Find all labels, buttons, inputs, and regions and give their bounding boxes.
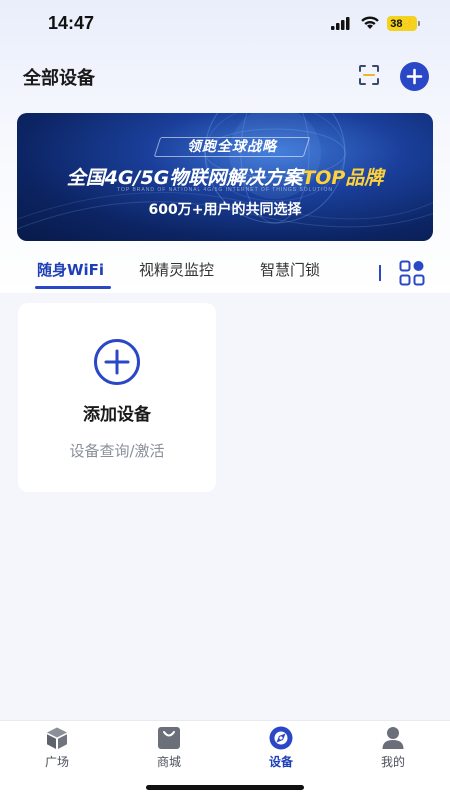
header: 全部设备: [0, 52, 450, 98]
nav-label: 广场: [44, 755, 69, 769]
battery-level: 38: [390, 17, 403, 30]
scan-icon[interactable]: [357, 63, 381, 87]
person-icon: [382, 727, 404, 749]
device-list: 添加设备 设备查询/激活: [0, 294, 450, 720]
active-tab-underline: [35, 286, 111, 289]
banner-english-line: TOP BRAND OF NATIONAL 4G/5G INTERNET OF …: [116, 187, 334, 193]
shopping-bag-icon: [158, 727, 180, 749]
compass-icon: [269, 726, 293, 750]
banner-headline: 全国4G/5G物联网解决方案TOP品牌: [17, 163, 433, 190]
banner-headline-prefix: 全国4G/5G物联网解决方案: [66, 167, 303, 189]
add-device-button[interactable]: [400, 62, 429, 91]
home-indicator[interactable]: [146, 785, 304, 790]
nav-label: 商城: [156, 755, 181, 769]
battery-icon: 38 ⚡: [387, 16, 417, 31]
page-title: 全部设备: [23, 68, 95, 89]
nav-mall[interactable]: 商城: [113, 721, 225, 781]
status-time: 14:47: [48, 13, 95, 33]
banner-tagline: 600万+用户的共同选择: [148, 202, 302, 218]
tab-smart-lock[interactable]: 智慧门锁: [260, 259, 320, 280]
battery-tip: [418, 21, 420, 26]
category-tabs: 随身WiFi 视精灵监控 智慧门锁: [0, 252, 450, 294]
banner-headline-highlight: TOP品牌: [302, 167, 384, 189]
nav-label: 我的: [380, 755, 405, 769]
plus-circle-icon: [406, 68, 423, 85]
grid-view-icon[interactable]: [399, 260, 425, 286]
nav-plaza[interactable]: 广场: [1, 721, 113, 781]
tab-portable-wifi[interactable]: 随身WiFi: [37, 259, 104, 280]
cellular-signal-icon: [331, 17, 350, 30]
tab-video-monitor[interactable]: 视精灵监控: [139, 259, 214, 280]
status-bar: 14:47 38 ⚡: [0, 0, 450, 48]
add-device-card[interactable]: 添加设备 设备查询/激活: [18, 303, 216, 492]
plus-circle-icon: [94, 339, 140, 385]
add-device-title: 添加设备: [83, 405, 151, 425]
banner-kicker: 领跑全球战略: [187, 139, 277, 155]
promo-banner[interactable]: 领跑全球战略 全国4G/5G物联网解决方案TOP品牌 TOP BRAND OF …: [17, 113, 433, 241]
wifi-icon: [361, 16, 379, 29]
cube-icon: [47, 727, 67, 749]
nav-devices[interactable]: 设备: [225, 721, 337, 781]
tab-divider: [379, 265, 381, 281]
nav-label: 设备: [268, 755, 293, 769]
add-device-subtitle: 设备查询/激活: [69, 442, 165, 460]
nav-profile[interactable]: 我的: [337, 721, 449, 781]
